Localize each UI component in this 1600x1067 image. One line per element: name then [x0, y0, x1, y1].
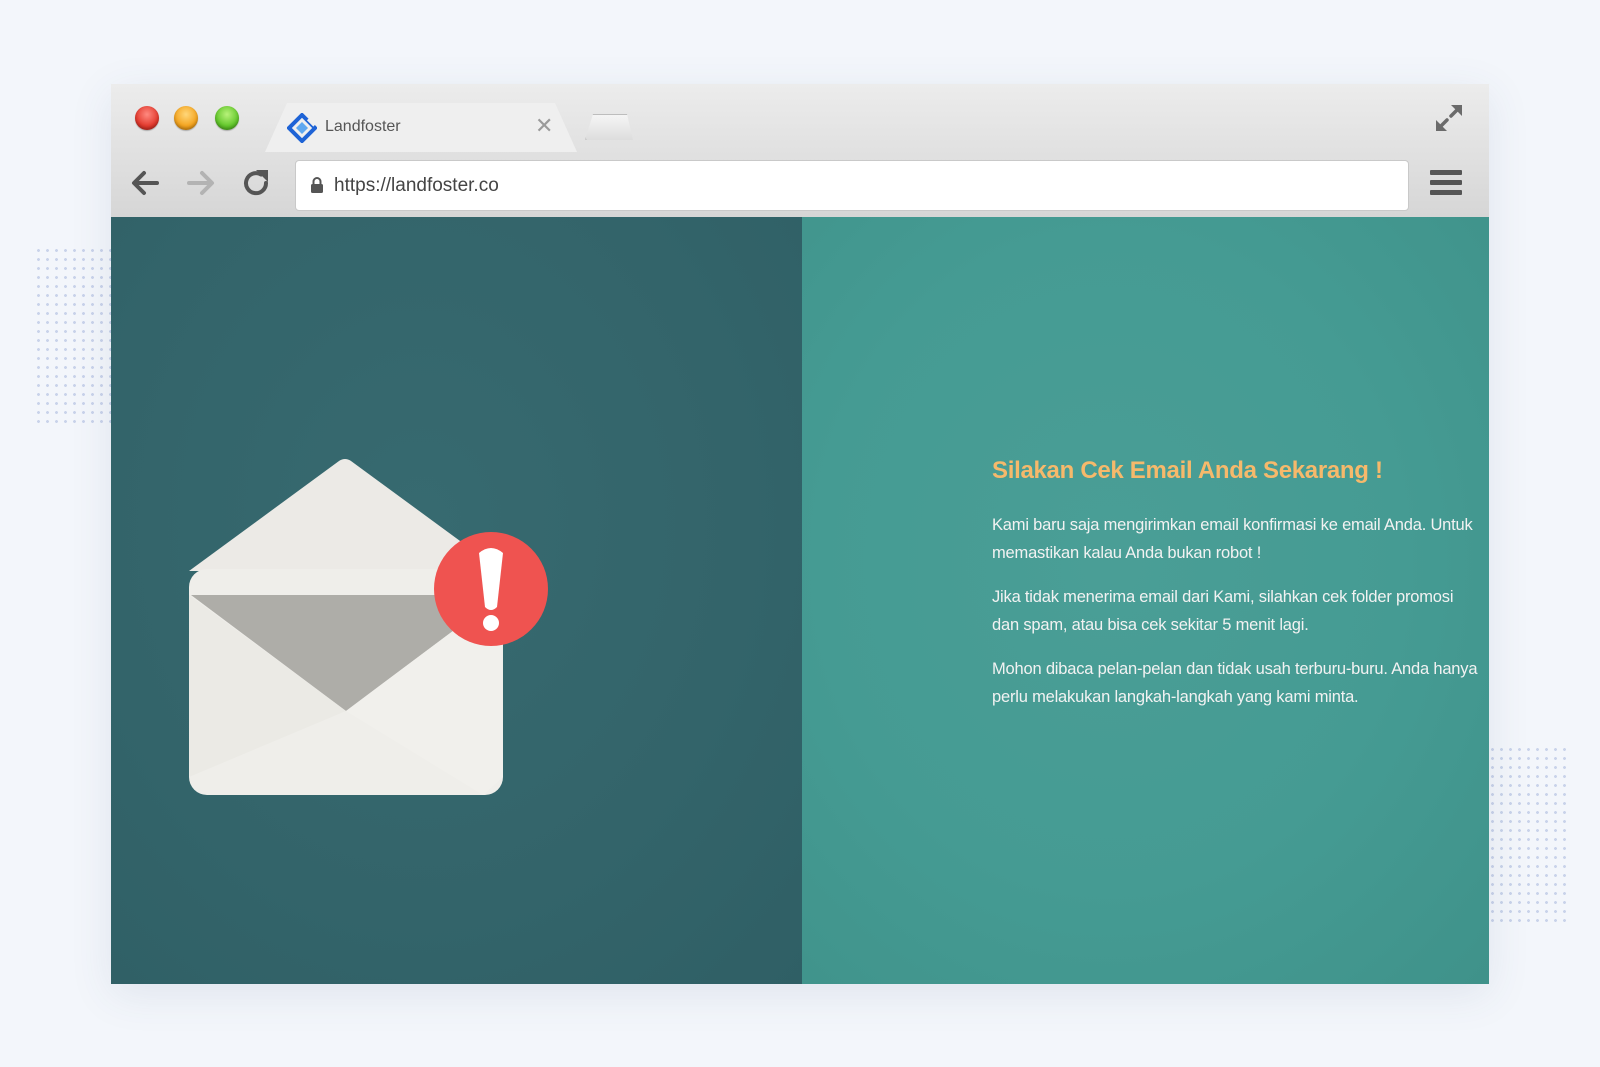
page-title: Silakan Cek Email Anda Sekarang ! [992, 457, 1383, 484]
message-text-block: Silakan Cek Email Anda Sekarang ! Kami b… [992, 457, 1482, 727]
message-panel: Silakan Cek Email Anda Sekarang ! Kami b… [802, 217, 1489, 984]
envelope-alert-icon [189, 459, 548, 795]
tab-bar: Landfoster ✕ [111, 84, 1489, 152]
zoom-light-icon[interactable] [215, 106, 239, 130]
decorative-dot-grid [34, 246, 114, 428]
back-arrow-icon[interactable] [129, 166, 163, 200]
browser-chrome: Landfoster ✕ https://landfoster.co [111, 84, 1489, 217]
decorative-dot-grid [1488, 745, 1570, 927]
tab-close-icon[interactable]: ✕ [535, 115, 553, 137]
message-paragraph: Mohon dibaca pelan-pelan dan tidak usah … [992, 660, 1478, 706]
new-tab-button[interactable] [585, 114, 633, 140]
illustration-panel [111, 217, 802, 984]
address-bar[interactable]: https://landfoster.co [295, 160, 1409, 211]
hamburger-menu-icon[interactable] [1429, 168, 1463, 198]
lock-icon [311, 177, 323, 193]
landfoster-logo-icon [287, 113, 317, 143]
toolbar: https://landfoster.co [111, 152, 1489, 217]
forward-arrow-icon[interactable] [183, 166, 217, 200]
tab-title: Landfoster [325, 118, 401, 135]
fullscreen-resize-icon[interactable] [1433, 102, 1465, 134]
minimize-light-icon[interactable] [174, 106, 198, 130]
browser-window: Landfoster ✕ https://landfoster.co Silak… [111, 84, 1489, 984]
message-paragraph: Kami baru saja mengirimkan email konfirm… [992, 516, 1473, 562]
url-text[interactable]: https://landfoster.co [334, 175, 499, 197]
page-content: Silakan Cek Email Anda Sekarang ! Kami b… [111, 217, 1489, 984]
close-light-icon[interactable] [135, 106, 159, 130]
tab-landfoster[interactable]: Landfoster ✕ [265, 103, 577, 152]
reload-icon[interactable] [239, 166, 273, 200]
message-paragraph: Jika tidak menerima email dari Kami, sil… [992, 588, 1454, 634]
